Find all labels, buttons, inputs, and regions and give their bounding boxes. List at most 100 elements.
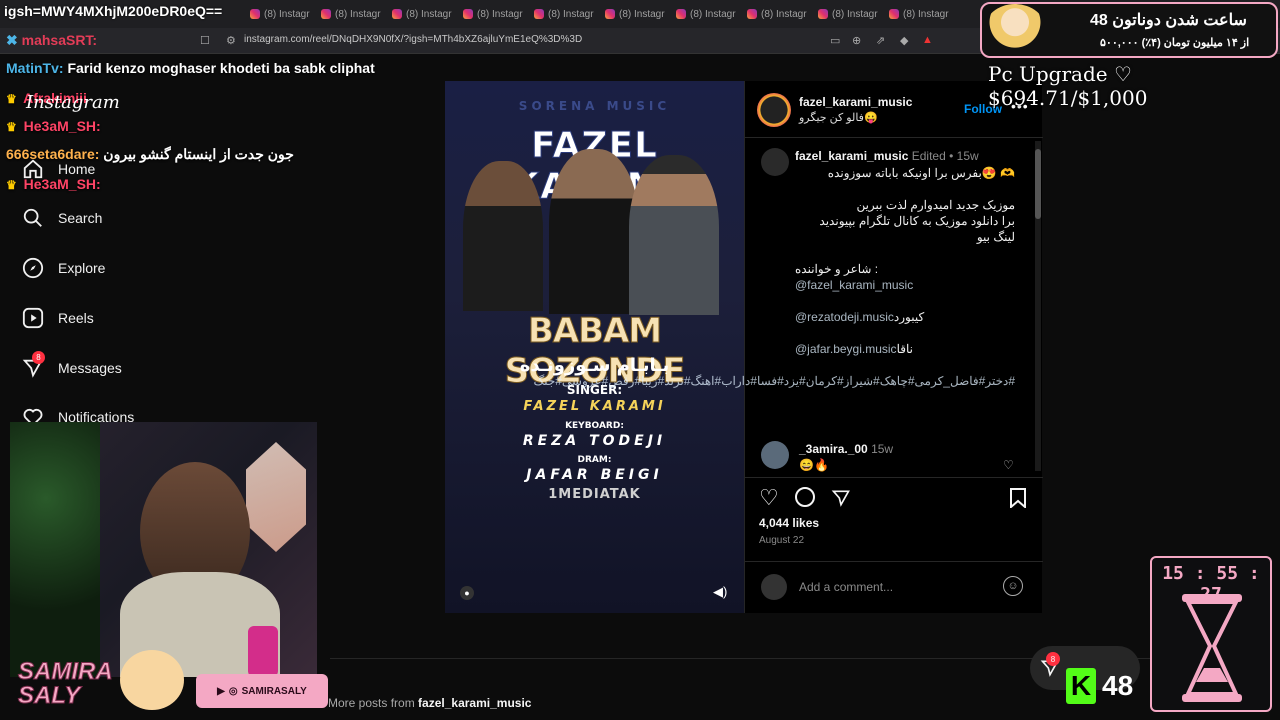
browser-tab[interactable]: (8) Instagr: [463, 4, 529, 24]
comment-time: 15w: [871, 442, 894, 456]
crown-icon: ♛: [6, 178, 17, 192]
instagram-icon: ◎: [228, 685, 238, 697]
instagram-logo: Instagram: [26, 92, 120, 113]
likes-count[interactable]: 4,044 likes: [759, 516, 819, 530]
comment-bubble-icon[interactable]: [795, 487, 815, 507]
streamer-name-logo: SAMIRA SALY: [18, 659, 114, 708]
caption-line: شاعر و خواننده :: [795, 262, 879, 276]
mention-suffix: ناقا: [896, 342, 913, 356]
kick-viewer-count: 48: [1102, 670, 1134, 701]
caption-line: برا دانلود موزیک به کانال تلگرام بپیوندی…: [819, 214, 1015, 228]
cover-singer: FAZEL KARAMI: [523, 399, 666, 414]
browser-tab[interactable]: (8) Instagr: [818, 4, 884, 24]
browser-tab[interactable]: (8) Instagr: [392, 4, 458, 24]
edited-label: Edited: [911, 149, 946, 163]
instagram-icon: [747, 9, 757, 19]
nav-label: Home: [58, 161, 96, 177]
browser-tab[interactable]: (8) Instagr: [321, 4, 387, 24]
divider: [745, 561, 1043, 562]
tab-label: (8) Instagr: [548, 8, 594, 20]
comment-username[interactable]: _3amira._00: [799, 442, 868, 456]
browser-tab[interactable]: (8) Instagr: [676, 4, 742, 24]
instagram-icon: [676, 9, 686, 19]
chat-line-mahsa: ✖ mahsaSRT:: [6, 32, 97, 49]
mention-link[interactable]: @jafar.beygi.music: [795, 342, 897, 356]
caption-link-line: @jafar.beygi.musicناقا: [795, 341, 1015, 357]
donation-goal: Pc Upgrade ♡ $694.71/$1,000: [988, 62, 1148, 110]
volume-icon[interactable]: ◀): [713, 584, 727, 600]
instagram-icon: [605, 9, 615, 19]
x-icon: ✖: [6, 32, 18, 48]
hex-light: [246, 442, 306, 552]
streamer-webcam: [10, 422, 317, 677]
kick-logo-icon: K: [1066, 668, 1096, 704]
hashtags[interactable]: #دختر#فاضل_کرمی#چاهک#شیراز#کرمان#یزد#فسا…: [533, 373, 1015, 389]
nav-messages[interactable]: 8 Messages: [22, 351, 122, 379]
cast-icon[interactable]: ▭: [830, 34, 840, 47]
shield-icon[interactable]: ◆: [900, 34, 908, 47]
zoom-icon[interactable]: ⊕: [852, 34, 861, 47]
url-text[interactable]: instagram.com/reel/DNqDHX9N0fX/?igsh=MTh…: [244, 34, 582, 45]
like-heart-icon[interactable]: ♡: [759, 485, 779, 511]
share-icon[interactable]: [831, 488, 851, 508]
cover-person-right: [629, 155, 719, 315]
nav-reels[interactable]: Reels: [22, 307, 94, 329]
author-avatar[interactable]: [757, 93, 791, 127]
nav-label: Explore: [58, 260, 106, 276]
share-icon[interactable]: ⇗: [876, 34, 885, 47]
messages-badge: 8: [32, 351, 45, 364]
bookmark-icon[interactable]: ☐: [200, 34, 210, 47]
caption-link-line: @fazel_karami_music: [795, 277, 1015, 293]
comment-like-icon[interactable]: ♡: [1003, 458, 1014, 472]
browser-tab[interactable]: (8) Instagr: [747, 4, 813, 24]
nav-home[interactable]: Home: [22, 158, 95, 180]
nav-explore[interactable]: Explore: [22, 257, 105, 279]
caption-line: موزیک جدید امیدوارم لذت ببرین: [856, 198, 1015, 212]
browser-tab[interactable]: (8) Instagr: [605, 4, 671, 24]
igsh-overlay-text: igsh=MWY4MXhjM200eDR0eQ==: [4, 3, 223, 19]
cover-person-center: [549, 149, 639, 314]
user-tag-icon[interactable]: ●: [460, 586, 474, 600]
cover-keyboard: REZA TODEJI: [522, 433, 667, 449]
mention-link[interactable]: @rezatodeji.music: [795, 310, 894, 324]
site-info-icon[interactable]: ⚙: [226, 34, 236, 47]
tab-label: (8) Instagr: [761, 8, 807, 20]
chat-username: He3aM_SH:: [23, 118, 101, 134]
comments-scrollbar[interactable]: [1035, 141, 1041, 471]
mention-link[interactable]: @fazel_karami_music: [795, 278, 913, 292]
nav-label: Reels: [58, 310, 94, 326]
cover-brand: 1MEDIATAK: [548, 487, 641, 502]
tab-label: (8) Instagr: [832, 8, 878, 20]
divider: [745, 137, 1043, 138]
tab-label: (8) Instagr: [406, 8, 452, 20]
my-avatar: [761, 574, 787, 600]
christmas-tree: [10, 422, 100, 677]
reels-icon: [22, 307, 44, 329]
timer-box: 15 : 55 : 27: [1150, 556, 1272, 712]
donation-box: 48 ساعت شدن دوناتون ۵۰۰,۰۰۰ از ۱۴ میلیون…: [980, 2, 1278, 58]
more-posts-prefix: More posts from: [328, 696, 415, 710]
browser-tab[interactable]: (8) Instagr: [534, 4, 600, 24]
cover-dram-label: DRAM:: [577, 455, 612, 465]
caption-username[interactable]: fazel_karami_music: [795, 149, 908, 163]
tab-label: (8) Instagr: [690, 8, 736, 20]
donation-sub: ۵۰۰,۰۰۰ از ۱۴ میلیون تومان (۴٪): [1100, 37, 1250, 49]
nav-search[interactable]: Search: [22, 207, 102, 229]
mention-suffix: کیبورد: [893, 310, 925, 324]
post-side-panel: fazel_karami_music فالو کن جیگرو😛 Follow…: [533, 81, 1043, 613]
more-posts-user[interactable]: fazel_karami_music: [418, 696, 531, 710]
browser-tab[interactable]: (8) Instagr: [889, 4, 955, 24]
post-media[interactable]: SORENA MUSIC FAZEL KARAMI BABAM SOZONDE …: [445, 81, 744, 613]
browser-tab[interactable]: (8) Instagr: [250, 4, 316, 24]
comment-avatar[interactable]: [761, 441, 789, 469]
bookmark-icon[interactable]: [1009, 488, 1027, 508]
more-posts-heading: More posts from fazel_karami_music: [328, 696, 531, 710]
tab-label: (8) Instagr: [477, 8, 523, 20]
chat-username: mahsaSRT:: [21, 32, 98, 48]
emoji-icon[interactable]: ☺: [1003, 576, 1023, 596]
cover-watermark: SORENA MUSIC: [518, 99, 671, 113]
caption-avatar[interactable]: [761, 148, 789, 176]
comment-input[interactable]: Add a comment...: [799, 580, 893, 594]
author-username[interactable]: fazel_karami_music: [799, 95, 912, 109]
warning-icon[interactable]: ▲: [922, 34, 933, 46]
